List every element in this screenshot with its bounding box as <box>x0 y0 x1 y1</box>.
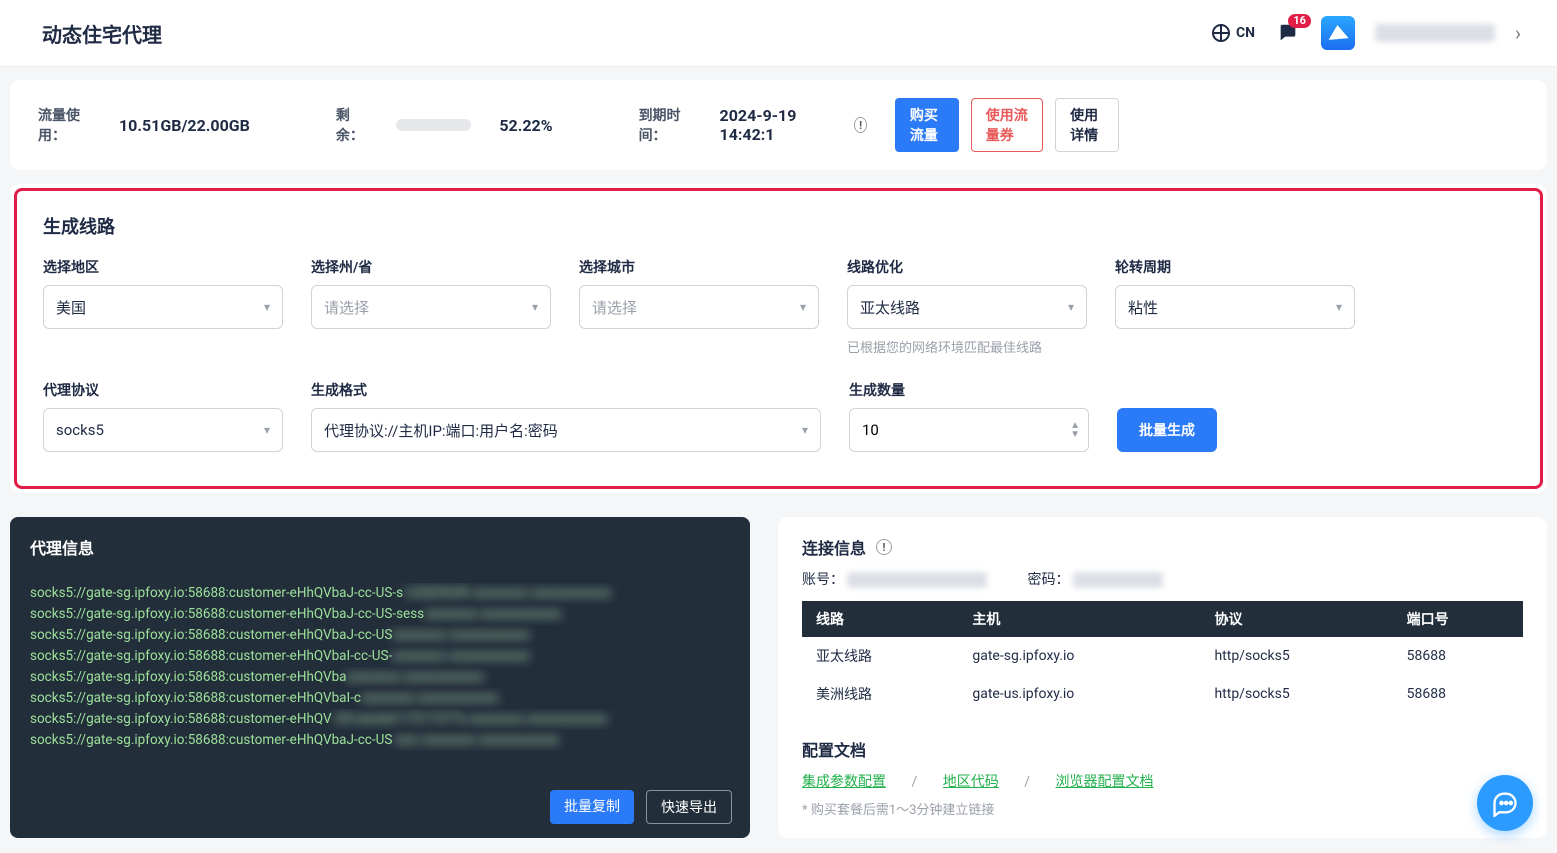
route-label: 线路优化 <box>847 257 1087 277</box>
avatar[interactable] <box>1321 16 1355 50</box>
state-label: 选择州/省 <box>311 257 551 277</box>
chevron-down-icon: ▾ <box>800 300 806 314</box>
info-icon[interactable]: ! <box>876 539 892 555</box>
cycle-label: 轮转周期 <box>1115 257 1355 277</box>
chevron-right-icon[interactable]: › <box>1515 21 1521 45</box>
th-proto: 协议 <box>1200 601 1392 637</box>
proxy-line: socks5://gate-sg.ipfoxy.io:58688:custome… <box>30 709 730 730</box>
generate-button[interactable]: 批量生成 <box>1117 408 1217 452</box>
proxy-line: socks5://gate-sg.ipfoxy.io:58688:custome… <box>30 604 730 625</box>
messages-button[interactable]: 16 <box>1275 22 1301 44</box>
language-switch[interactable]: CN <box>1212 24 1255 42</box>
state-placeholder: 请选择 <box>324 297 369 318</box>
chat-fab[interactable] <box>1477 775 1533 831</box>
password-label: 密码： <box>1027 572 1069 588</box>
th-port: 端口号 <box>1393 601 1523 637</box>
docs-link-params[interactable]: 集成参数配置 <box>802 774 886 790</box>
route-value: 亚太线路 <box>860 297 920 318</box>
connection-info-title: 连接信息 <box>802 535 866 559</box>
app-header: 动态住宅代理 CN 16 › <box>0 0 1557 66</box>
city-label: 选择城市 <box>579 257 819 277</box>
connection-table: 线路 主机 协议 端口号 亚太线路gate-sg.ipfoxy.iohttp/s… <box>802 601 1523 713</box>
city-placeholder: 请选择 <box>592 297 637 318</box>
generate-card: 生成线路 选择地区 美国 ▾ 选择州/省 请选择 ▾ 选择城市 请选择 <box>10 184 1547 493</box>
usage-value: 10.51GB/22.00GB <box>119 116 250 135</box>
docs-link-regions[interactable]: 地区代码 <box>943 774 999 790</box>
count-label: 生成数量 <box>849 380 1089 400</box>
docs-note: * 购买套餐后需1～3分钟建立链接 <box>802 799 1523 818</box>
password-value-obscured <box>1073 572 1163 588</box>
docs-title: 配置文档 <box>802 737 1523 761</box>
quick-export-button[interactable]: 快速导出 <box>646 790 732 824</box>
username-obscured <box>1375 24 1495 42</box>
usage-percent: 52.22% <box>499 116 552 135</box>
proxy-info-title: 代理信息 <box>30 535 730 559</box>
usage-detail-button[interactable]: 使用详情 <box>1055 98 1119 152</box>
proxy-line: socks5://gate-sg.ipfoxy.io:58688:custome… <box>30 625 730 646</box>
buy-traffic-button[interactable]: 购买流量 <box>895 98 959 152</box>
usage-card: 流量使用： 10.51GB/22.00GB 剩余： 52.22% 到期时间： 2… <box>10 80 1547 170</box>
expire-label: 到期时间： <box>639 105 692 145</box>
protocol-select[interactable]: socks5 ▾ <box>43 408 283 452</box>
chevron-down-icon: ▾ <box>802 423 808 437</box>
use-coupon-button[interactable]: 使用流量券 <box>971 98 1043 152</box>
docs-link-browser[interactable]: 浏览器配置文档 <box>1056 774 1154 790</box>
count-stepper[interactable]: ▲▼ <box>849 408 1089 452</box>
format-select[interactable]: 代理协议://主机IP:端口:用户名:密码 ▾ <box>311 408 821 452</box>
count-input[interactable] <box>862 421 1070 439</box>
th-host: 主机 <box>958 601 1200 637</box>
region-select[interactable]: 美国 ▾ <box>43 285 283 329</box>
cycle-select[interactable]: 粘性 ▾ <box>1115 285 1355 329</box>
proxy-line: socks5://gate-sg.ipfoxy.io:58688:custome… <box>30 667 730 688</box>
chevron-down-icon: ▾ <box>264 300 270 314</box>
page-title: 动态住宅代理 <box>42 19 162 48</box>
message-count-badge: 16 <box>1288 14 1311 28</box>
info-icon[interactable]: ! <box>854 117 867 133</box>
remaining-label: 剩余： <box>336 105 368 145</box>
chevron-down-icon: ▾ <box>1336 300 1342 314</box>
expire-value: 2024-9-19 14:42:1 <box>720 106 823 144</box>
chevron-down-icon: ▾ <box>264 423 270 437</box>
cycle-value: 粘性 <box>1128 297 1158 318</box>
docs-links: 集成参数配置 / 地区代码 / 浏览器配置文档 <box>802 771 1523 791</box>
format-label: 生成格式 <box>311 380 821 400</box>
usage-label: 流量使用： <box>38 105 91 145</box>
protocol-label: 代理协议 <box>43 380 283 400</box>
proxy-info-panel: 代理信息 socks5://gate-sg.ipfoxy.io:58688:cu… <box>10 517 750 838</box>
state-select[interactable]: 请选择 ▾ <box>311 285 551 329</box>
bulk-copy-button[interactable]: 批量复制 <box>550 790 634 824</box>
usage-progress <box>396 119 472 131</box>
step-down-icon[interactable]: ▼ <box>1070 430 1080 439</box>
protocol-value: socks5 <box>56 421 104 439</box>
region-value: 美国 <box>56 297 86 318</box>
account-label: 账号： <box>802 572 844 588</box>
th-route: 线路 <box>802 601 958 637</box>
proxy-line: socks5://gate-sg.ipfoxy.io:58688:custome… <box>30 646 730 667</box>
chevron-down-icon: ▾ <box>1068 300 1074 314</box>
generate-title: 生成线路 <box>43 213 1514 239</box>
chevron-down-icon: ▾ <box>532 300 538 314</box>
table-row: 亚太线路gate-sg.ipfoxy.iohttp/socks558688 <box>802 637 1523 675</box>
table-row: 美洲线路gate-us.ipfoxy.iohttp/socks558688 <box>802 675 1523 713</box>
route-select[interactable]: 亚太线路 ▾ <box>847 285 1087 329</box>
city-select[interactable]: 请选择 ▾ <box>579 285 819 329</box>
proxy-line: socks5://gate-sg.ipfoxy.io:58688:custome… <box>30 583 730 604</box>
format-value: 代理协议://主机IP:端口:用户名:密码 <box>324 420 558 441</box>
language-label: CN <box>1236 25 1255 41</box>
globe-icon <box>1212 24 1230 42</box>
route-hint: 已根据您的网络环境匹配最佳线路 <box>847 337 1087 356</box>
proxy-lines: socks5://gate-sg.ipfoxy.io:58688:custome… <box>30 583 730 751</box>
region-label: 选择地区 <box>43 257 283 277</box>
account-value-obscured <box>847 572 987 588</box>
chat-bubble-icon <box>1491 789 1519 817</box>
proxy-line: socks5://gate-sg.ipfoxy.io:58688:custome… <box>30 730 730 751</box>
proxy-line: socks5://gate-sg.ipfoxy.io:58688:custome… <box>30 688 730 709</box>
connection-info-card: 连接信息 ! 账号： 密码： 线路 主机 协议 端口号 亚太线路gate-sg.… <box>778 517 1547 838</box>
